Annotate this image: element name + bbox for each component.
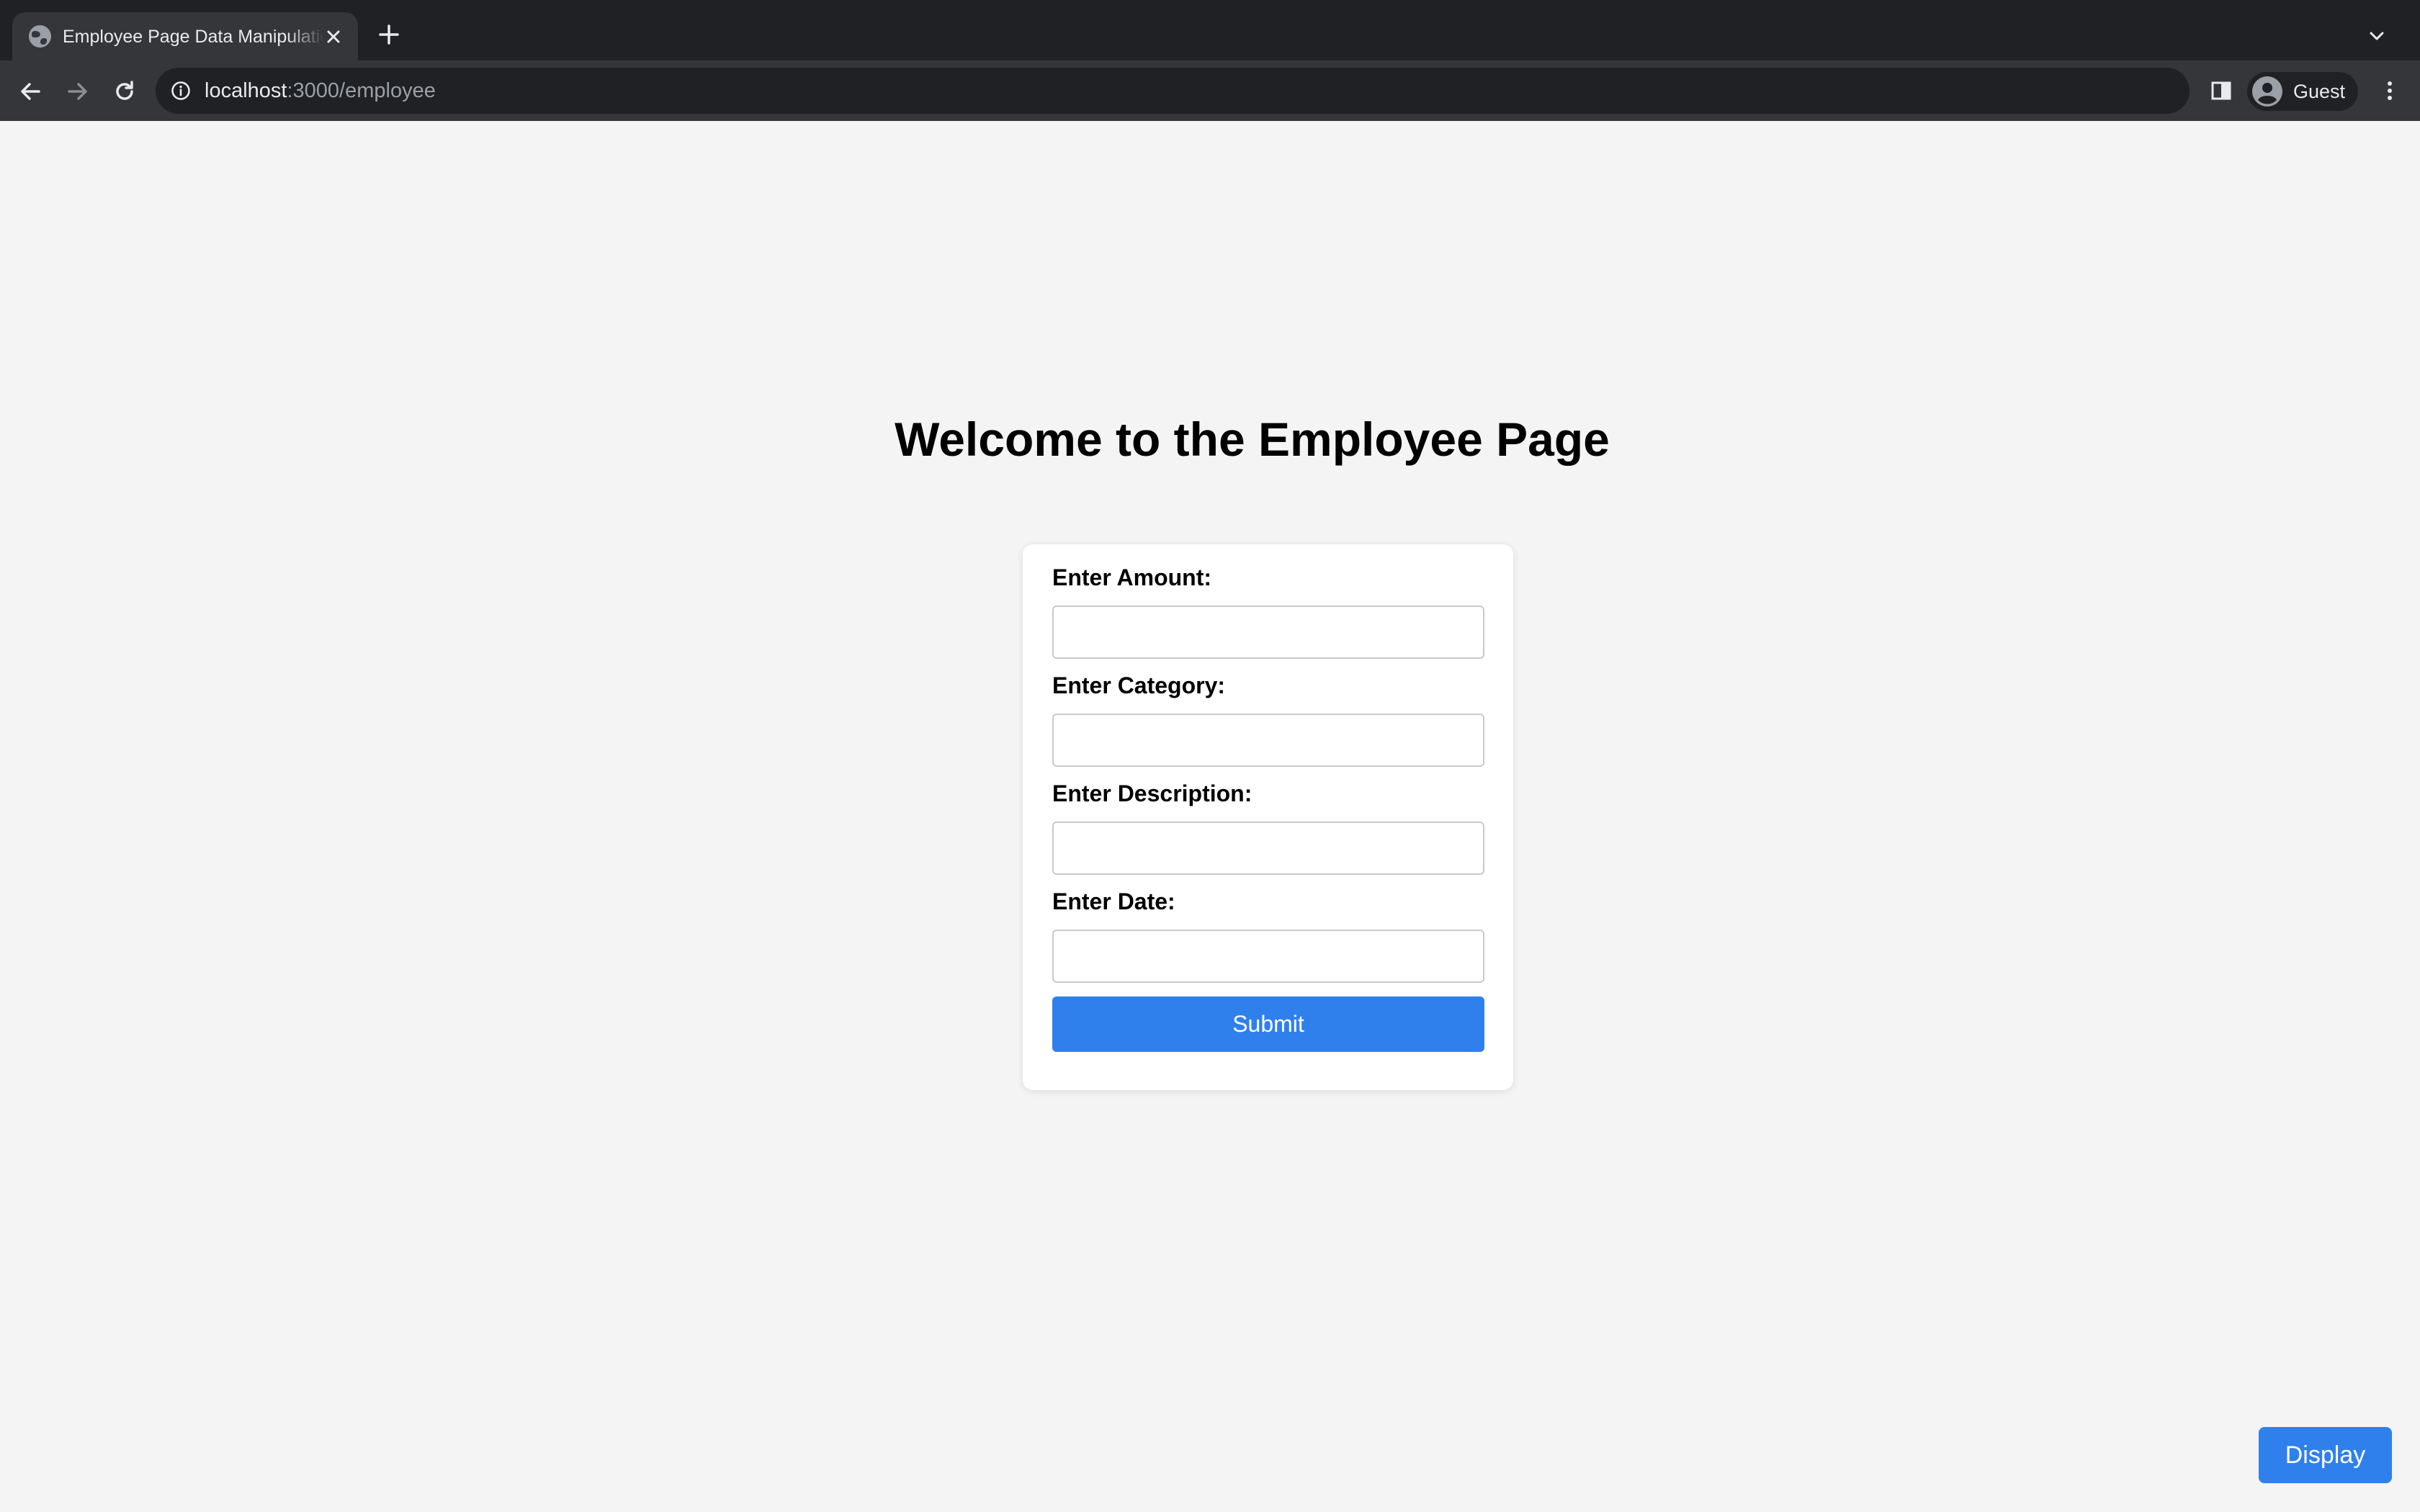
page-title: Welcome to the Employee Page bbox=[895, 413, 1610, 466]
submit-button[interactable]: Submit bbox=[1052, 996, 1484, 1052]
browser-tab-active[interactable]: Employee Page Data Manipulation bbox=[12, 12, 358, 60]
date-input[interactable] bbox=[1052, 930, 1484, 983]
expense-form: Enter Amount: Enter Category: Enter Desc… bbox=[1023, 544, 1513, 1090]
profile-button[interactable]: Guest bbox=[2247, 72, 2358, 111]
plus-icon[interactable] bbox=[375, 20, 403, 49]
avatar-icon bbox=[2252, 76, 2282, 107]
back-arrow-icon[interactable] bbox=[14, 75, 48, 108]
reload-icon[interactable] bbox=[108, 75, 141, 108]
page-content: Welcome to the Employee Page Enter Amoun… bbox=[0, 121, 2420, 1512]
close-icon[interactable] bbox=[322, 25, 345, 48]
category-input[interactable] bbox=[1052, 714, 1484, 767]
url-host: localhost bbox=[205, 79, 287, 102]
tab-strip: Employee Page Data Manipulation bbox=[0, 0, 2420, 60]
chevron-down-icon[interactable] bbox=[2364, 23, 2390, 49]
amount-input[interactable] bbox=[1052, 606, 1484, 659]
display-button[interactable]: Display bbox=[2259, 1427, 2392, 1483]
info-icon[interactable] bbox=[170, 80, 192, 102]
amount-label: Enter Amount: bbox=[1052, 564, 1212, 590]
date-label: Enter Date: bbox=[1052, 888, 1175, 914]
tab-title-fade bbox=[286, 22, 325, 51]
category-label: Enter Category: bbox=[1052, 672, 1226, 698]
url-text: localhost:3000/employee bbox=[205, 78, 436, 104]
address-bar[interactable]: localhost:3000/employee bbox=[156, 68, 2190, 114]
tab-title: Employee Page Data Manipulation bbox=[63, 27, 322, 47]
kebab-menu-icon[interactable] bbox=[2375, 76, 2404, 105]
description-input[interactable] bbox=[1052, 822, 1484, 875]
url-path: :3000/employee bbox=[287, 79, 436, 102]
browser-toolbar: localhost:3000/employee Guest bbox=[0, 60, 2420, 121]
side-panel-icon[interactable] bbox=[2207, 76, 2236, 105]
profile-name: Guest bbox=[2293, 81, 2346, 102]
forward-arrow-icon[interactable] bbox=[60, 75, 94, 108]
globe-icon bbox=[29, 25, 51, 48]
description-label: Enter Description: bbox=[1052, 780, 1252, 806]
